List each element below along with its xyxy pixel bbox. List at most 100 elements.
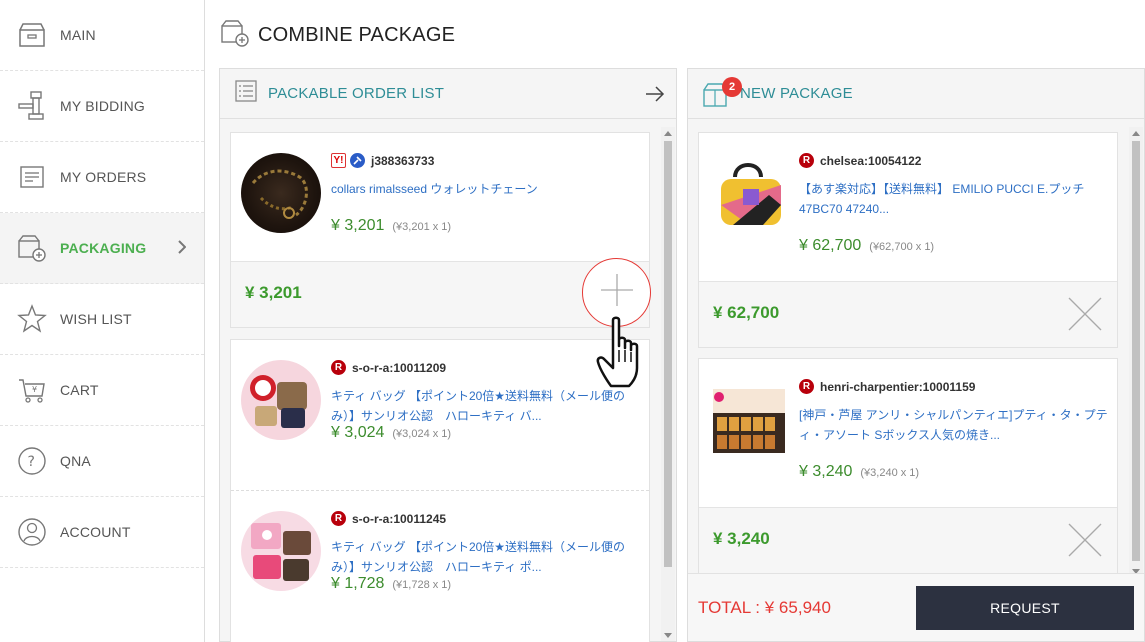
sidebar-item-qna[interactable]: ? QNA: [0, 426, 204, 497]
item-qty: (¥3,201 x 1): [392, 221, 452, 233]
list-item: R chelsea:10054122 【あす楽対応】【送料無料】 EMILIO …: [699, 133, 1117, 263]
sidebar-item-my-orders[interactable]: MY ORDERS: [0, 142, 204, 213]
item-qty: (¥3,240 x 1): [860, 467, 920, 479]
user-icon: [16, 516, 48, 548]
arrow-right-icon[interactable]: [644, 84, 666, 109]
item-qty: (¥62,700 x 1): [869, 241, 935, 253]
item-price: ¥ 1,728: [331, 575, 385, 592]
sidebar-item-account[interactable]: ACCOUNT: [0, 497, 204, 568]
yahoo-icon: Y!: [331, 153, 346, 168]
scrollbar-thumb[interactable]: [1132, 141, 1140, 561]
package-add-icon: [220, 18, 250, 53]
rakuten-icon: R: [799, 379, 814, 394]
sidebar-item-label: WISH LIST: [60, 311, 132, 327]
sidebar-item-main[interactable]: MAIN: [0, 0, 204, 71]
item-price-row: ¥ 3,240 (¥3,240 x 1): [799, 463, 919, 481]
box-icon: [16, 19, 48, 51]
seller-id: s-o-r-a:10011209: [352, 360, 447, 375]
gavel-icon: [16, 90, 48, 122]
seller-row: R s-o-r-a:10011209: [331, 360, 446, 375]
seller-id: henri-charpentier:10001159: [820, 379, 976, 394]
seller-id: s-o-r-a:10011245: [352, 511, 447, 526]
orders-icon: [16, 161, 48, 193]
sidebar-item-cart[interactable]: ¥ CART: [0, 355, 204, 426]
product-thumbnail: [241, 360, 321, 440]
package-total: ¥ 62,700: [713, 303, 780, 322]
seller-id: j388363733: [371, 153, 435, 168]
plus-icon: [599, 272, 635, 313]
order-list-card: R s-o-r-a:10011209 キティ バッグ 【ポイント20倍★送料無料…: [230, 339, 650, 642]
sidebar-item-packaging[interactable]: PACKAGING: [0, 213, 204, 284]
panel-title: PACKABLE ORDER LIST: [268, 85, 445, 102]
hand-cursor-icon: [596, 316, 654, 395]
cart-icon: ¥: [16, 374, 48, 406]
product-name-link[interactable]: キティ バッグ 【ポイント20倍★送料無料（メール便のみ）】サンリオ公認 ハロー…: [331, 537, 641, 577]
request-button[interactable]: REQUEST: [916, 586, 1134, 630]
chevron-right-icon: [178, 240, 187, 259]
item-price: ¥ 3,240: [799, 463, 853, 480]
package-add-icon: [16, 232, 48, 264]
sidebar: MAIN MY BIDDING MY ORDERS PACKAGING WISH…: [0, 0, 205, 642]
scrollbar-thumb[interactable]: [664, 141, 672, 567]
item-qty: (¥3,024 x 1): [392, 428, 452, 440]
scroll-up-arrow-icon[interactable]: [661, 127, 675, 139]
svg-text:?: ?: [28, 454, 35, 470]
group-total: ¥ 3,201: [245, 283, 302, 302]
item-price-row: ¥ 1,728 (¥1,728 x 1): [331, 575, 451, 593]
scroll-down-arrow-icon[interactable]: [661, 629, 675, 641]
panel-header: 2 NEW PACKAGE: [688, 69, 1144, 119]
product-name-link[interactable]: [神戸・芦屋 アンリ・シャルパンティエ]プティ・タ・プティ・アソート Sボックス…: [799, 405, 1109, 445]
seller-row: R henri-charpentier:10001159: [799, 379, 975, 394]
list-item: Y! j388363733 collars rimalsseed ウォレットチェ…: [231, 133, 649, 263]
item-price-row: ¥ 62,700 (¥62,700 x 1): [799, 237, 934, 255]
item-price: ¥ 3,201: [331, 217, 385, 234]
product-thumbnail: [713, 155, 793, 235]
sidebar-item-label: ACCOUNT: [60, 524, 131, 540]
package-card: R chelsea:10054122 【あす楽対応】【送料無料】 EMILIO …: [698, 132, 1118, 348]
package-card: R henri-charpentier:10001159 [神戸・芦屋 アンリ・…: [698, 358, 1118, 574]
scrollbar[interactable]: [1129, 127, 1143, 577]
new-package-panel: 2 NEW PACKAGE R chelsea:10054122 【あす楽対応】…: [687, 68, 1145, 642]
total-bar: TOTAL : ¥ 65,940 REQUEST: [688, 573, 1144, 641]
package-footer: ¥ 3,240: [699, 507, 1117, 573]
scrollbar[interactable]: [661, 127, 675, 641]
product-name-link[interactable]: collars rimalsseed ウォレットチェーン: [331, 179, 641, 199]
rakuten-icon: R: [799, 153, 814, 168]
item-price: ¥ 3,024: [331, 424, 385, 441]
star-icon: [16, 303, 48, 335]
rakuten-icon: R: [331, 360, 346, 375]
panel-title: NEW PACKAGE: [740, 85, 853, 102]
svg-text:¥: ¥: [32, 385, 37, 394]
seller-row: Y! j388363733: [331, 153, 434, 168]
sidebar-item-label: CART: [60, 382, 99, 398]
item-qty: (¥1,728 x 1): [392, 579, 452, 591]
grand-total: TOTAL : ¥ 65,940: [698, 598, 831, 617]
scroll-up-arrow-icon[interactable]: [1129, 127, 1143, 139]
seller-row: R chelsea:10054122: [799, 153, 921, 168]
item-price: ¥ 62,700: [799, 237, 862, 254]
sidebar-item-wish-list[interactable]: WISH LIST: [0, 284, 204, 355]
page-title: COMBINE PACKAGE: [258, 23, 456, 46]
item-price-row: ¥ 3,024 (¥3,024 x 1): [331, 424, 451, 442]
sidebar-item-label: MY BIDDING: [60, 98, 145, 114]
package-count-badge: 2: [722, 77, 742, 97]
sidebar-item-label: QNA: [60, 453, 91, 469]
product-thumbnail: [241, 511, 321, 591]
panel-header: PACKABLE ORDER LIST: [220, 69, 676, 119]
sidebar-item-my-bidding[interactable]: MY BIDDING: [0, 71, 204, 142]
list-item: R s-o-r-a:10011245 キティ バッグ 【ポイント20倍★送料無料…: [231, 490, 649, 620]
sidebar-item-label: PACKAGING: [60, 240, 147, 256]
page-header: COMBINE PACKAGE: [220, 18, 455, 52]
product-name-link[interactable]: 【あす楽対応】【送料無料】 EMILIO PUCCI E.プッチ 47BC70 …: [799, 179, 1109, 219]
product-thumbnail: [709, 381, 789, 461]
remove-package-icon[interactable]: [1067, 522, 1103, 558]
rakuten-icon: R: [331, 511, 346, 526]
remove-package-icon[interactable]: [1067, 296, 1103, 332]
package-total: ¥ 3,240: [713, 529, 770, 548]
sidebar-item-label: MY ORDERS: [60, 169, 147, 185]
sidebar-item-label: MAIN: [60, 27, 96, 43]
list-icon: [234, 79, 258, 108]
question-icon: ?: [16, 445, 48, 477]
item-price-row: ¥ 3,201 (¥3,201 x 1): [331, 217, 451, 235]
product-name-link[interactable]: キティ バッグ 【ポイント20倍★送料無料（メール便のみ）】サンリオ公認 ハロー…: [331, 386, 641, 426]
